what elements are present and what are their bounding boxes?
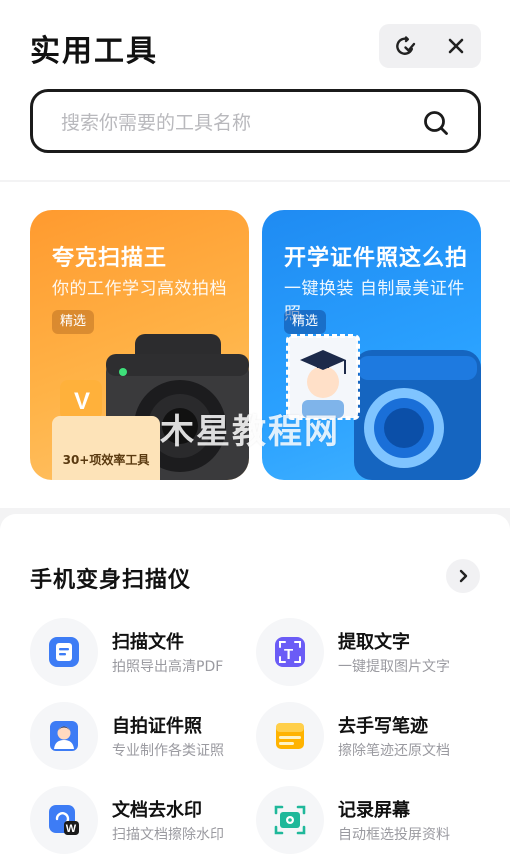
page-title: 实用工具 bbox=[30, 34, 158, 69]
svg-text:T: T bbox=[284, 646, 293, 663]
tool-desc: 自动框选投屏资料 bbox=[338, 827, 450, 843]
tool-icon-bg bbox=[30, 702, 98, 770]
svg-text:W: W bbox=[66, 823, 77, 835]
tool-icon-bg bbox=[30, 618, 98, 686]
svg-text:V: V bbox=[74, 388, 90, 415]
tool-desc: 专业制作各类证照 bbox=[112, 743, 224, 759]
tool-id-photo[interactable]: 自拍证件照 专业制作各类证照 bbox=[30, 702, 252, 774]
close-icon bbox=[448, 38, 463, 54]
tool-desc: 擦除笔迹还原文档 bbox=[338, 743, 450, 759]
extract-text-icon: T bbox=[275, 637, 305, 667]
id-photo-icon bbox=[50, 721, 78, 751]
tool-icon-bg: W bbox=[30, 786, 98, 854]
close-button[interactable] bbox=[436, 26, 476, 66]
tool-remove-handwriting[interactable]: 去手写笔迹 擦除笔迹还原文档 bbox=[256, 702, 478, 774]
tool-icon-bg bbox=[256, 786, 324, 854]
remove-handwriting-icon bbox=[276, 723, 304, 749]
tool-extract-text[interactable]: T 提取文字 一键提取图片文字 bbox=[256, 618, 478, 690]
scan-file-icon bbox=[49, 637, 79, 667]
watermark-text: 木星教程网 bbox=[160, 412, 340, 452]
promo-tag: 30+项效率工具 bbox=[52, 416, 160, 480]
banner-title: 夸克扫描王 bbox=[52, 246, 168, 271]
record-screen-icon bbox=[274, 805, 306, 835]
tool-scan-file[interactable]: 扫描文件 拍照导出高清PDF bbox=[30, 618, 252, 690]
tool-name: 自拍证件照 bbox=[112, 716, 202, 737]
banner-subtitle: 你的工作学习高效拍档 bbox=[52, 279, 227, 299]
remove-watermark-icon: W bbox=[49, 805, 79, 835]
tool-desc: 拍照导出高清PDF bbox=[112, 659, 224, 675]
search-icon[interactable] bbox=[422, 109, 450, 137]
refresh-check-icon bbox=[395, 36, 415, 55]
refresh-check-button[interactable] bbox=[385, 26, 425, 66]
tool-name: 记录屏幕 bbox=[338, 800, 410, 821]
tool-desc: 扫描文档擦除水印 bbox=[112, 827, 224, 843]
search-box[interactable] bbox=[30, 89, 481, 153]
banner-section: 夸克扫描王 你的工作学习高效拍档 精选 V 30+项效率工具 开学证件照这么拍 … bbox=[0, 182, 510, 508]
tool-icon-bg bbox=[256, 702, 324, 770]
tool-name: 文档去水印 bbox=[112, 800, 202, 821]
header-actions bbox=[379, 24, 481, 68]
search-input[interactable] bbox=[61, 110, 421, 136]
tool-remove-watermark[interactable]: W 文档去水印 扫描文档擦除水印 bbox=[30, 786, 252, 854]
tool-name: 去手写笔迹 bbox=[338, 716, 428, 737]
tool-record-screen[interactable]: 记录屏幕 自动框选投屏资料 bbox=[256, 786, 478, 854]
section-more-button[interactable] bbox=[446, 559, 480, 593]
tool-name: 提取文字 bbox=[338, 632, 410, 653]
scanner-section: 手机变身扫描仪 扫描文件 拍照导出高清PDF T 提取文字 一键提取图片文字 自… bbox=[0, 514, 510, 854]
chevron-right-icon bbox=[459, 569, 468, 583]
section-title: 手机变身扫描仪 bbox=[30, 568, 192, 593]
tool-name: 扫描文件 bbox=[112, 632, 184, 653]
header: 实用工具 bbox=[0, 0, 510, 180]
tool-desc: 一键提取图片文字 bbox=[338, 659, 450, 675]
tool-icon-bg: T bbox=[256, 618, 324, 686]
banner-title: 开学证件照这么拍 bbox=[284, 246, 469, 271]
